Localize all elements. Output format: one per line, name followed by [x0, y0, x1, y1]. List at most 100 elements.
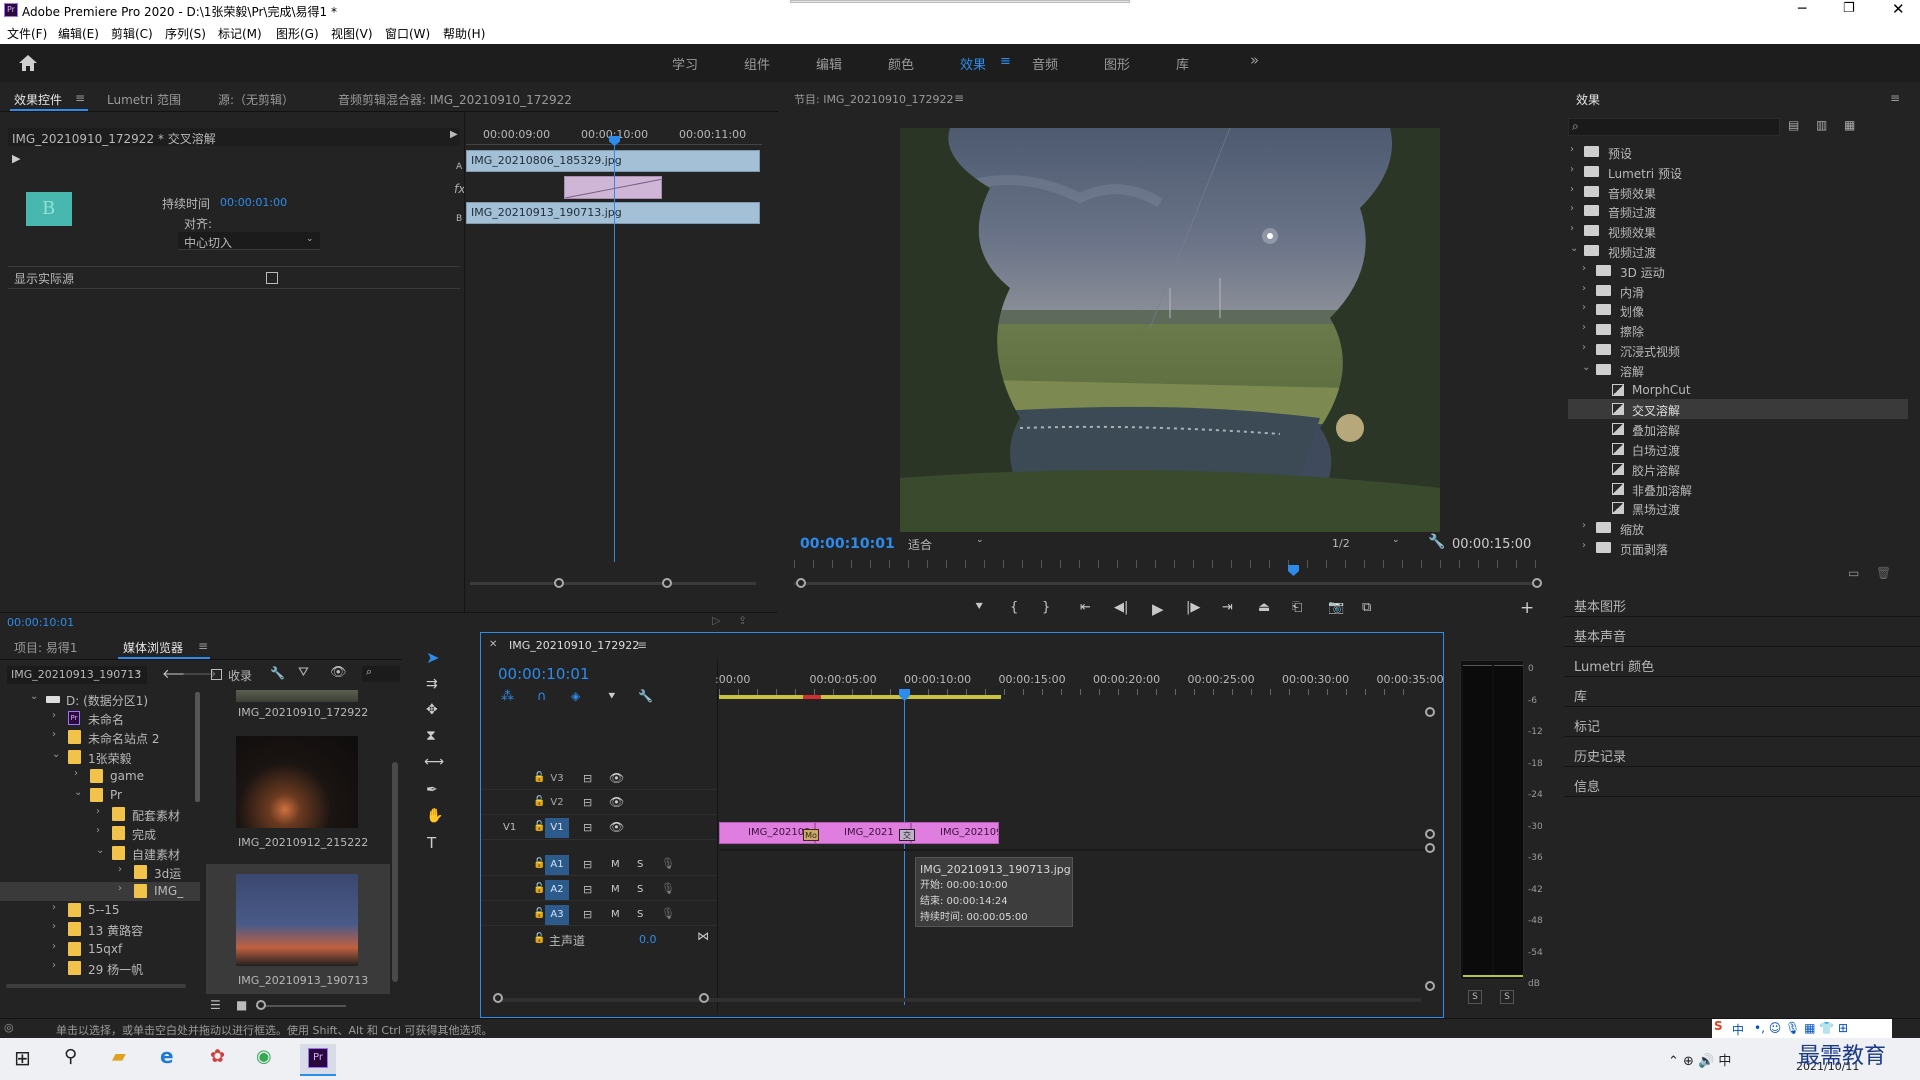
collapsed-panel-4[interactable]: 标记: [1574, 716, 1600, 735]
thumbnail-3-selected[interactable]: IMG_20210913_190713: [206, 864, 390, 994]
folder-tree-item[interactable]: › IMG_: [0, 882, 200, 901]
step-forward-icon[interactable]: |▶: [1186, 600, 1200, 615]
wrench-icon[interactable]: 🔧: [1428, 534, 1445, 550]
duration-value[interactable]: 00:00:01:00: [220, 196, 287, 209]
transition-badge[interactable]: 交: [899, 829, 915, 841]
chevron-down-icon[interactable]: ⌄: [30, 691, 38, 702]
ec-scroll-handle-left[interactable]: [554, 578, 564, 588]
mute-button[interactable]: M: [611, 859, 620, 870]
workspace-color[interactable]: 颜色: [888, 54, 914, 73]
tab-media-browser[interactable]: 媒体浏览器: [123, 639, 183, 656]
list-view-icon[interactable]: ☰: [210, 998, 221, 1012]
menu-edit[interactable]: 编辑(E): [58, 25, 99, 42]
chevron-right-icon[interactable]: ›: [52, 729, 56, 740]
chevron-down-icon[interactable]: ⌄: [52, 749, 60, 760]
folder-tree-item[interactable]: ⌄ 自建素材: [0, 844, 200, 863]
search-icon[interactable]: ⚲: [64, 1046, 77, 1067]
chrome-icon[interactable]: ◉: [256, 1046, 272, 1067]
track-target-v3[interactable]: V3: [545, 769, 569, 789]
folder-tree-item[interactable]: › 15qxf: [0, 940, 200, 959]
sync-lock-icon[interactable]: ⊟: [583, 796, 592, 809]
icon-view-icon[interactable]: ■: [236, 998, 247, 1012]
effects-tree-item[interactable]: 叠加溶解: [1568, 419, 1908, 439]
compare-view-icon[interactable]: ⧉: [1362, 600, 1371, 615]
effects-tree-item[interactable]: › 视频效果: [1568, 221, 1908, 241]
track-target-a3[interactable]: A3: [545, 905, 569, 925]
workspace-assembly[interactable]: 组件: [744, 54, 770, 73]
clip-v1-1[interactable]: IMG_202109: [719, 822, 815, 844]
add-marker-icon[interactable]: ⯆: [974, 600, 984, 615]
close-icon[interactable]: ✕: [489, 639, 497, 650]
menu-help[interactable]: 帮助(H): [443, 25, 485, 42]
show-actual-sources-checkbox[interactable]: [266, 272, 278, 284]
path-dropdown[interactable]: IMG_20210913_190713 ⌄: [7, 666, 147, 684]
razor-tool-icon[interactable]: ⧗: [426, 728, 436, 744]
chevron-right-icon[interactable]: ›: [1582, 302, 1586, 313]
sync-lock-icon[interactable]: ⊟: [583, 858, 592, 871]
home-icon[interactable]: [18, 54, 38, 72]
tl-vscroll-top[interactable]: [1425, 707, 1435, 717]
chevron-right-icon[interactable]: ›: [74, 768, 78, 779]
eye-icon[interactable]: 👁: [609, 771, 624, 785]
tl-hscroll-right[interactable]: [699, 993, 709, 1003]
align-dropdown[interactable]: 中心切入 ⌄: [178, 232, 320, 250]
chevron-right-icon[interactable]: ›: [1570, 223, 1574, 234]
selection-tool-icon[interactable]: ➤: [426, 648, 439, 667]
chevron-right-icon[interactable]: ›: [96, 806, 100, 817]
lock-icon[interactable]: 🔓: [533, 772, 545, 783]
program-title[interactable]: 节目: IMG_20210910_172922: [794, 91, 953, 107]
close-window-button[interactable]: ✕: [1892, 0, 1905, 18]
effects-tree-item[interactable]: › 音频过渡: [1568, 201, 1908, 221]
add-marker-icon[interactable]: ◈: [571, 689, 580, 703]
tl-vscroll-mid2[interactable]: [1425, 843, 1435, 853]
snap-icon[interactable]: ⁂: [501, 689, 514, 704]
sync-lock-icon[interactable]: ⊟: [583, 821, 592, 834]
menu-view[interactable]: 视图(V): [331, 25, 373, 42]
effects-tree-item[interactable]: › 内滑: [1568, 281, 1908, 301]
pen-tool-icon[interactable]: ✒: [426, 782, 438, 798]
effects-tree-item[interactable]: 黑场过渡: [1568, 498, 1908, 518]
play-icon[interactable]: ▶: [1152, 600, 1164, 618]
chevron-down-icon[interactable]: ⌄: [1570, 243, 1578, 254]
transition-block[interactable]: [564, 176, 662, 199]
track-target-a2[interactable]: A2: [545, 880, 569, 900]
folder-tree-item[interactable]: › game: [0, 767, 200, 786]
chevron-right-icon[interactable]: ›: [52, 960, 56, 971]
eye-icon[interactable]: 👁: [609, 795, 624, 809]
folder-tree-item[interactable]: › 完成: [0, 824, 200, 843]
tab-audio-clip-mixer[interactable]: 音频剪辑混合器: IMG_20210910_172922: [338, 91, 572, 108]
32bit-icon[interactable]: ▥: [1816, 118, 1827, 132]
program-scrollbar[interactable]: [794, 582, 1534, 585]
fit-dropdown[interactable]: 适合 ⌄: [908, 534, 988, 552]
clip-fx-badge[interactable]: Mo: [803, 829, 819, 841]
mic-icon[interactable]: 🎙: [661, 907, 675, 920]
folder-tree-item[interactable]: › 3d运: [0, 863, 200, 882]
effects-tree-item[interactable]: › 页面剥落: [1568, 538, 1908, 558]
explorer-icon[interactable]: ▰: [112, 1046, 126, 1067]
ec-scroll-handle-right[interactable]: [662, 578, 672, 588]
mix-value[interactable]: 0.0: [639, 933, 657, 946]
program-timecode[interactable]: 00:00:10:01: [800, 536, 895, 552]
jump-end-icon[interactable]: ⋈: [697, 929, 709, 943]
panel-menu-icon[interactable]: ≡: [198, 639, 208, 653]
yuv-icon[interactable]: ▦: [1844, 118, 1855, 132]
collapsed-panel-2[interactable]: Lumetri 颜色: [1574, 656, 1654, 675]
mark-in-icon[interactable]: {: [1010, 600, 1018, 615]
solo-button[interactable]: S: [637, 884, 643, 895]
new-folder-icon[interactable]: ▭: [1848, 566, 1859, 580]
menu-window[interactable]: 窗口(W): [385, 25, 430, 42]
chevron-right-icon[interactable]: ›: [52, 941, 56, 952]
play-transition-icon[interactable]: ▶: [12, 152, 20, 165]
maximize-button[interactable]: ❐: [1843, 1, 1855, 16]
folder-tree-item[interactable]: ⌄ Pr: [0, 786, 200, 805]
mark-out-icon[interactable]: }: [1042, 600, 1050, 615]
collapsed-panel-3[interactable]: 库: [1574, 686, 1587, 705]
effects-tree-item[interactable]: › 划像: [1568, 300, 1908, 320]
folder-tree-item[interactable]: › 5--15: [0, 901, 200, 920]
go-to-out-icon[interactable]: ⇥: [1222, 600, 1233, 615]
folder-tree-item[interactable]: › 29 杨一帆: [0, 959, 200, 978]
tl-hscrollbar[interactable]: [495, 998, 1421, 1002]
mute-button[interactable]: M: [611, 884, 620, 895]
tab-effect-controls[interactable]: 效果控件: [14, 91, 62, 108]
menu-marker[interactable]: 标记(M): [218, 25, 262, 42]
